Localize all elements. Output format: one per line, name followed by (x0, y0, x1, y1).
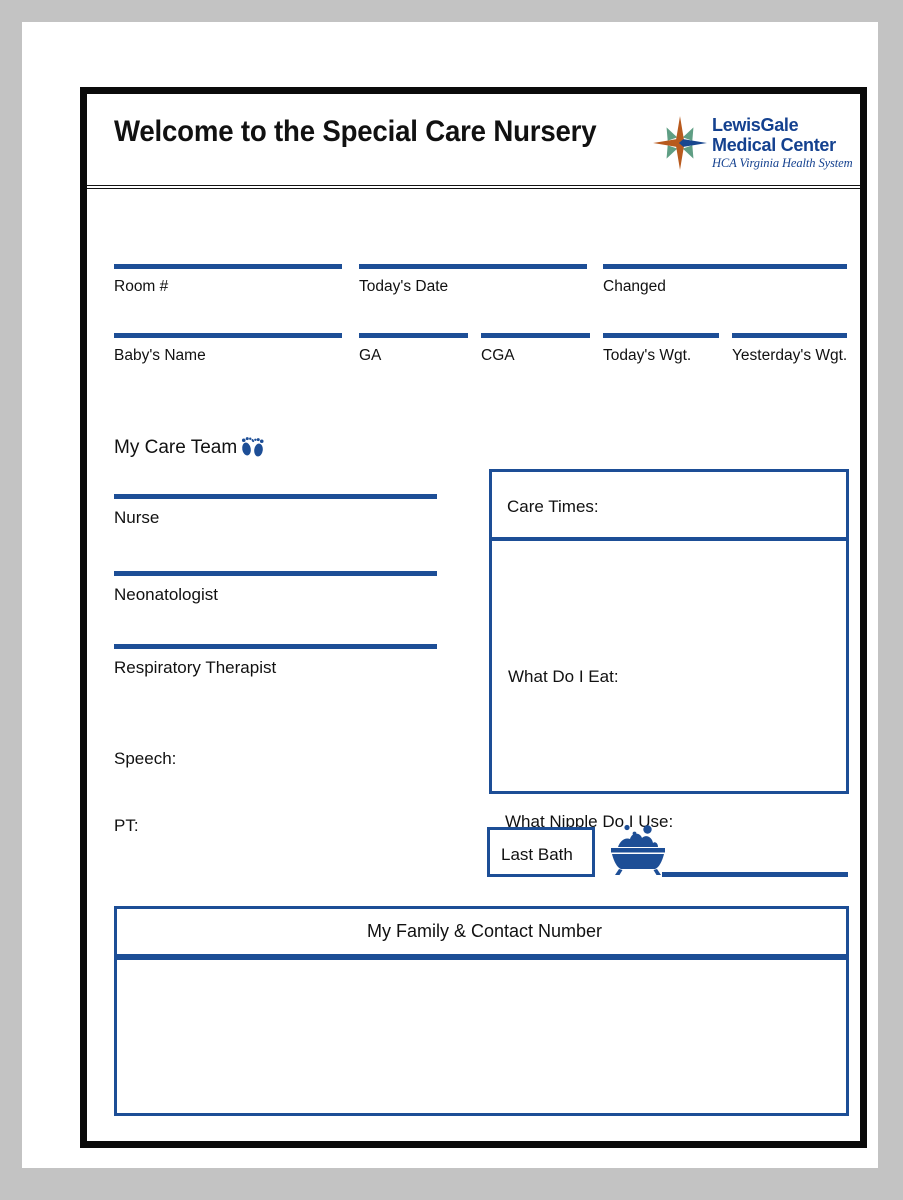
header-divider (87, 185, 860, 189)
field-pt[interactable]: PT: (114, 816, 139, 836)
write-line[interactable] (114, 333, 342, 338)
family-contact-write-area[interactable] (114, 957, 849, 1116)
page-sheet: Welcome to the Special Care Nursery Lewi… (22, 22, 878, 1168)
care-team-heading: My Care Team (114, 434, 266, 461)
family-contact-header-box: My Family & Contact Number (114, 906, 849, 957)
field-label: Neonatologist (114, 585, 218, 604)
write-line[interactable] (359, 264, 587, 269)
field-label: Respiratory Therapist (114, 658, 277, 677)
write-line[interactable] (114, 264, 342, 269)
what-do-i-eat-label: What Do I Eat: (508, 667, 619, 686)
logo-wordmark: LewisGale Medical Center HCA Virginia He… (712, 116, 853, 170)
field-label: Today's Date (359, 278, 449, 295)
write-line[interactable] (603, 264, 847, 269)
field-label: GA (359, 347, 382, 364)
field-room-number[interactable]: Room # (114, 264, 342, 296)
care-times-label: Care Times: (507, 497, 599, 516)
feeding-box[interactable] (489, 538, 849, 794)
whiteboard-surface: Welcome to the Special Care Nursery Lewi… (87, 94, 860, 1141)
logo-line-2: Medical Center (712, 135, 836, 156)
write-line[interactable] (481, 333, 590, 338)
field-changed[interactable]: Changed (603, 264, 847, 296)
field-nurse[interactable]: Nurse (114, 494, 437, 528)
field-label: Room # (114, 278, 169, 295)
field-todays-weight[interactable]: Today's Wgt. (603, 333, 719, 365)
field-babys-name[interactable]: Baby's Name (114, 333, 342, 365)
write-line[interactable] (114, 644, 437, 649)
field-label: Yesterday's Wgt. (732, 347, 848, 364)
lewisgale-logo: LewisGale Medical Center HCA Virginia He… (652, 110, 853, 176)
baby-footprints-icon (242, 437, 264, 457)
logo-tagline: HCA Virginia Health System (712, 156, 853, 171)
write-line[interactable] (114, 494, 437, 499)
field-todays-date[interactable]: Today's Date (359, 264, 587, 296)
write-line[interactable] (732, 333, 847, 338)
field-neonatologist[interactable]: Neonatologist (114, 571, 437, 605)
page-title: Welcome to the Special Care Nursery (114, 115, 597, 148)
header: Welcome to the Special Care Nursery Lewi… (87, 94, 860, 185)
last-bath-write-line[interactable] (662, 872, 848, 877)
field-yesterdays-weight[interactable]: Yesterday's Wgt. (732, 333, 847, 365)
write-line[interactable] (603, 333, 719, 338)
field-ga[interactable]: GA (359, 333, 468, 365)
logo-line-1: LewisGale (712, 115, 799, 136)
field-label: Changed (603, 278, 666, 295)
family-contact-heading: My Family & Contact Number (366, 921, 603, 941)
write-line[interactable] (114, 571, 437, 576)
compass-star-icon (653, 116, 707, 170)
care-team-heading-text: My Care Team (114, 436, 238, 458)
field-label: Baby's Name (114, 347, 206, 364)
write-line[interactable] (359, 333, 468, 338)
field-speech[interactable]: Speech: (114, 749, 176, 769)
whiteboard-frame: Welcome to the Special Care Nursery Lewi… (80, 87, 867, 1148)
field-label: CGA (481, 347, 515, 364)
field-cga[interactable]: CGA (481, 333, 590, 365)
bathtub-icon (611, 824, 665, 875)
last-bath-label: Last Bath (501, 845, 573, 864)
field-label: Nurse (114, 508, 160, 527)
field-respiratory-therapist[interactable]: Respiratory Therapist (114, 644, 437, 678)
field-label: Today's Wgt. (603, 347, 692, 364)
